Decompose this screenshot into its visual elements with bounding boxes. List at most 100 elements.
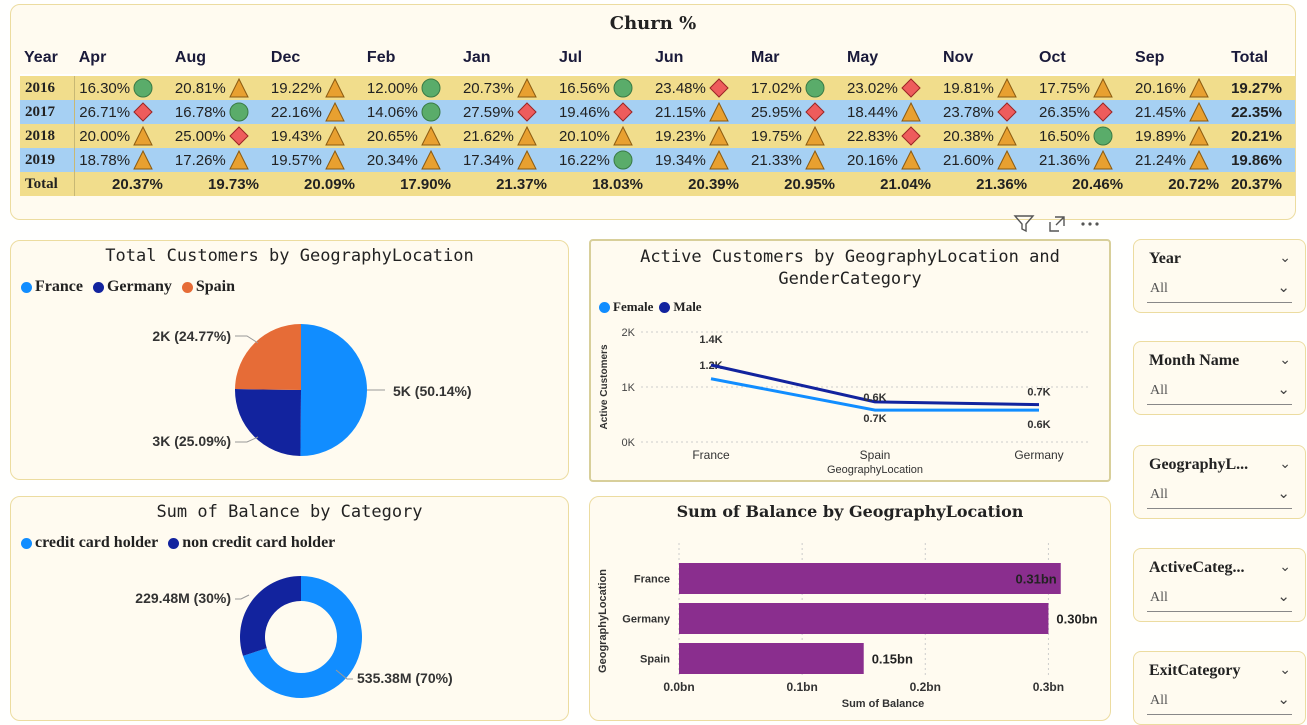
matrix-cell[interactable]: 20.16%	[1131, 74, 1228, 100]
matrix-cell[interactable]: 18.44%	[843, 100, 940, 124]
matrix-cell[interactable]: 18.78%	[74, 148, 171, 172]
column-header[interactable]: Total	[1227, 41, 1295, 75]
total-cell[interactable]: 20.37%	[74, 172, 171, 196]
legend-item-female[interactable]: Female	[599, 299, 653, 315]
matrix-cell[interactable]: 17.75%	[1035, 74, 1132, 100]
matrix-cell[interactable]: 16.78%	[170, 100, 267, 124]
matrix-cell[interactable]: 20.16%	[843, 148, 940, 172]
row-year[interactable]: 2018	[20, 124, 76, 148]
total-cell[interactable]: 20.46%	[1035, 172, 1132, 196]
matrix-cell[interactable]: 17.34%	[458, 148, 555, 172]
row-year[interactable]: 2017	[20, 100, 76, 124]
column-header[interactable]: Nov	[939, 41, 1035, 75]
total-cell[interactable]: 19.73%	[170, 172, 267, 196]
row-total[interactable]: 19.27%	[1227, 74, 1295, 100]
matrix-cell[interactable]: 12.00%	[362, 74, 459, 100]
column-header[interactable]: Jul	[555, 41, 651, 75]
matrix-cell[interactable]: 19.46%	[554, 100, 651, 124]
chevron-down-icon[interactable]: ⌄	[1279, 456, 1291, 472]
column-header[interactable]: Oct	[1035, 41, 1131, 75]
matrix-cell[interactable]: 19.81%	[939, 74, 1036, 100]
slicer-dropdown[interactable]: All ⌄	[1147, 585, 1292, 612]
matrix-cell[interactable]: 21.24%	[1131, 148, 1228, 172]
row-year[interactable]: 2016	[20, 74, 76, 100]
legend-item-germany[interactable]: Germany	[92, 278, 172, 296]
matrix-cell[interactable]: 19.43%	[266, 124, 363, 148]
total-cell[interactable]: 20.37%	[1227, 172, 1295, 196]
slicer-dropdown[interactable]: All ⌄	[1147, 276, 1292, 303]
matrix-cell[interactable]: 19.57%	[266, 148, 363, 172]
column-header[interactable]: Feb	[363, 41, 459, 75]
matrix-cell[interactable]: 22.16%	[266, 100, 363, 124]
legend-item-france[interactable]: France	[21, 278, 83, 296]
matrix-cell[interactable]: 19.89%	[1131, 124, 1228, 148]
matrix-cell[interactable]: 20.10%	[554, 124, 651, 148]
matrix-cell[interactable]: 20.81%	[170, 74, 267, 100]
matrix-cell[interactable]: 20.65%	[362, 124, 459, 148]
matrix-cell[interactable]: 21.62%	[458, 124, 555, 148]
matrix-cell[interactable]: 20.38%	[939, 124, 1036, 148]
matrix-cell[interactable]: 19.75%	[746, 124, 843, 148]
chevron-down-icon[interactable]: ⌄	[1279, 352, 1291, 368]
chevron-down-icon[interactable]: ⌄	[1279, 662, 1291, 678]
filter-icon[interactable]	[1013, 214, 1035, 234]
matrix-cell[interactable]: 17.26%	[170, 148, 267, 172]
matrix-cell[interactable]: 25.95%	[746, 100, 843, 124]
matrix-cell[interactable]: 22.83%	[843, 124, 940, 148]
column-header[interactable]: Jan	[459, 41, 555, 75]
matrix-cell[interactable]: 21.36%	[1035, 148, 1132, 172]
matrix-cell[interactable]: 14.06%	[362, 100, 459, 124]
matrix-cell[interactable]: 21.60%	[939, 148, 1036, 172]
row-total[interactable]: 20.21%	[1227, 124, 1295, 148]
more-options-icon[interactable]	[1079, 214, 1101, 234]
matrix-cell[interactable]: 23.78%	[939, 100, 1036, 124]
matrix-cell[interactable]: 16.50%	[1035, 124, 1132, 148]
column-header[interactable]: Dec	[267, 41, 363, 75]
row-total[interactable]: 22.35%	[1227, 100, 1295, 124]
matrix-cell[interactable]: 23.02%	[843, 74, 940, 100]
matrix-cell[interactable]: 19.22%	[266, 74, 363, 100]
chevron-down-icon[interactable]: ⌄	[1279, 559, 1291, 575]
column-header[interactable]: May	[843, 41, 939, 75]
matrix-cell[interactable]: 16.22%	[554, 148, 651, 172]
row-total[interactable]: 19.86%	[1227, 148, 1295, 172]
total-cell[interactable]: 17.90%	[362, 172, 459, 196]
matrix-cell[interactable]: 20.73%	[458, 74, 555, 100]
legend-item-credit-card-holder[interactable]: credit card holder	[21, 534, 158, 552]
matrix-cell[interactable]: 21.45%	[1131, 100, 1228, 124]
slicer-dropdown[interactable]: All ⌄	[1147, 378, 1292, 405]
column-header[interactable]: Jun	[651, 41, 747, 75]
chevron-down-icon[interactable]: ⌄	[1279, 250, 1291, 266]
matrix-cell[interactable]: 17.02%	[746, 74, 843, 100]
matrix-cell[interactable]: 20.34%	[362, 148, 459, 172]
matrix-cell[interactable]: 19.34%	[650, 148, 747, 172]
matrix-cell[interactable]: 16.30%	[74, 74, 171, 100]
total-cell[interactable]: 20.39%	[650, 172, 747, 196]
legend-item-male[interactable]: Male	[659, 299, 702, 315]
matrix-cell[interactable]: 25.00%	[170, 124, 267, 148]
total-cell[interactable]: 21.36%	[939, 172, 1036, 196]
total-cell[interactable]: 21.37%	[458, 172, 555, 196]
total-cell[interactable]: 21.04%	[843, 172, 940, 196]
matrix-cell[interactable]: 26.71%	[74, 100, 171, 124]
legend-item-non-credit-card-holder[interactable]: non credit card holder	[168, 534, 335, 552]
slicer-dropdown[interactable]: All ⌄	[1147, 688, 1292, 715]
legend-item-spain[interactable]: Spain	[181, 278, 235, 296]
column-header[interactable]: Apr	[75, 41, 171, 75]
column-header[interactable]: Mar	[747, 41, 843, 75]
matrix-cell[interactable]: 21.15%	[650, 100, 747, 124]
matrix-cell[interactable]: 27.59%	[458, 100, 555, 124]
matrix-cell[interactable]: 26.35%	[1035, 100, 1132, 124]
total-cell[interactable]: 18.03%	[554, 172, 651, 196]
total-cell[interactable]: 20.72%	[1131, 172, 1228, 196]
matrix-cell[interactable]: 23.48%	[650, 74, 747, 100]
total-cell[interactable]: 20.95%	[746, 172, 843, 196]
matrix-cell[interactable]: 21.33%	[746, 148, 843, 172]
slicer-dropdown[interactable]: All ⌄	[1147, 482, 1292, 509]
row-year[interactable]: 2019	[20, 148, 76, 172]
total-cell[interactable]: 20.09%	[266, 172, 363, 196]
matrix-cell[interactable]: 20.00%	[74, 124, 171, 148]
matrix-cell[interactable]: 19.23%	[650, 124, 747, 148]
focus-mode-icon[interactable]	[1047, 214, 1067, 234]
column-header[interactable]: Aug	[171, 41, 267, 75]
